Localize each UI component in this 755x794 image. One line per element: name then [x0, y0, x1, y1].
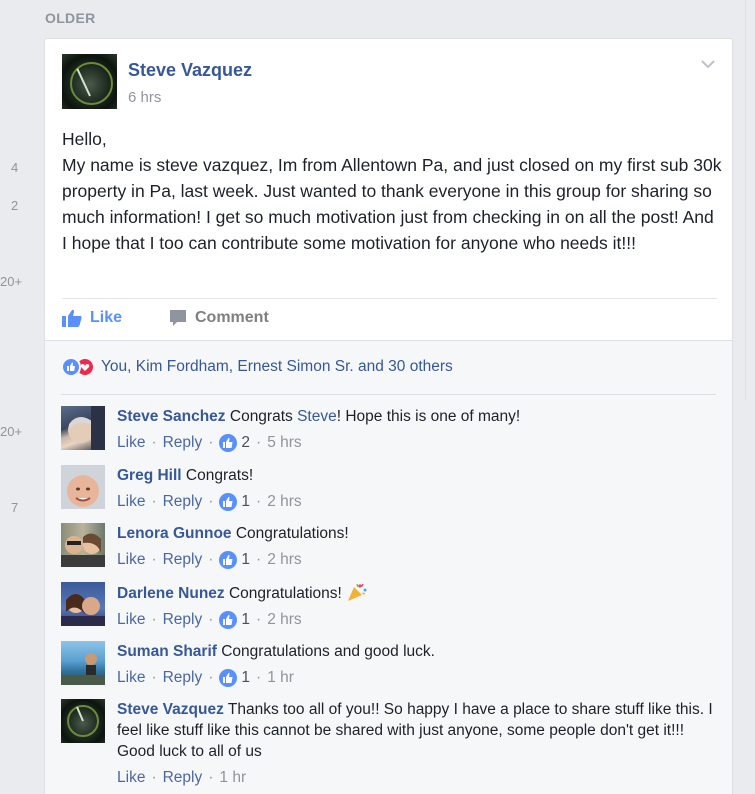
post-author-name[interactable]: Steve Vazquez: [128, 60, 252, 81]
commenter-name[interactable]: Lenora Gunnoe: [117, 525, 232, 542]
comment-like-link[interactable]: Like: [117, 432, 145, 453]
comment-timestamp[interactable]: 2 hrs: [267, 549, 301, 570]
left-count: 4: [11, 160, 19, 175]
reactions-summary[interactable]: You, Kim Fordham, Ernest Simon Sr. and 3…: [61, 357, 453, 377]
commenter-name[interactable]: Greg Hill: [117, 467, 182, 484]
party-popper-icon: [348, 583, 367, 601]
left-count: 20+: [0, 274, 23, 289]
comment-text: Congrats!: [185, 467, 254, 484]
commenter-name[interactable]: Darlene Nunez: [117, 585, 225, 602]
commenter-name[interactable]: Steve Vazquez: [117, 701, 224, 718]
comment-like-count[interactable]: 1: [241, 667, 250, 688]
comment-text: Congrats: [229, 408, 298, 425]
post-timestamp[interactable]: 6 hrs: [128, 89, 161, 106]
comment-reply-link[interactable]: Reply: [163, 491, 203, 512]
comment-like-link[interactable]: Like: [117, 767, 145, 788]
comment-like-count[interactable]: 1: [241, 609, 250, 630]
comment-text: ! Hope this is one of many!: [336, 408, 521, 425]
reactions-names[interactable]: You, Kim Fordham, Ernest Simon Sr. and 3…: [101, 358, 453, 376]
commenter-avatar[interactable]: [61, 406, 105, 450]
divider: [61, 394, 716, 395]
thumbs-up-icon: [219, 550, 238, 569]
post-text-line: My name is steve vazquez, Im from Allent…: [62, 155, 722, 253]
comment-timestamp[interactable]: 1 hr: [219, 767, 246, 788]
thumbs-up-icon: [219, 492, 238, 511]
comment-like-link[interactable]: Like: [117, 549, 145, 570]
post-footer: You, Kim Fordham, Ernest Simon Sr. and 3…: [45, 340, 732, 794]
chevron-down-icon[interactable]: [701, 57, 715, 71]
comment-text: Congratulations and good luck.: [221, 643, 435, 660]
comment-timestamp[interactable]: 2 hrs: [267, 491, 301, 512]
section-label-older: OLDER: [45, 10, 96, 26]
left-column-counts: 4 2 20+ 20+ 7: [0, 0, 30, 794]
comment-like-link[interactable]: Like: [117, 491, 145, 512]
comment-text: Congratulations!: [235, 525, 349, 542]
post-actions: Like Comment: [62, 299, 717, 339]
like-button[interactable]: Like: [62, 309, 122, 327]
comment-reply-link[interactable]: Reply: [163, 609, 203, 630]
right-column-edge: [745, 0, 755, 400]
comment-reply-link[interactable]: Reply: [163, 549, 203, 570]
commenter-name[interactable]: Steve Sanchez: [117, 408, 226, 425]
left-count: 20+: [0, 424, 23, 439]
left-count: 2: [11, 198, 19, 213]
comment-like-count[interactable]: 1: [241, 491, 250, 512]
commenter-avatar[interactable]: [61, 582, 105, 626]
comment-button[interactable]: Comment: [169, 309, 269, 327]
commenter-avatar[interactable]: [61, 465, 105, 509]
left-count: 7: [11, 500, 19, 515]
comment-timestamp[interactable]: 1 hr: [267, 667, 294, 688]
post-body: Hello, My name is steve vazquez, Im from…: [62, 126, 722, 256]
comment-reply-link[interactable]: Reply: [163, 767, 203, 788]
comment-mention[interactable]: Steve: [297, 408, 337, 425]
comment-timestamp[interactable]: 5 hrs: [267, 432, 301, 453]
comment-like-link[interactable]: Like: [117, 609, 145, 630]
thumbs-up-icon: [219, 610, 238, 629]
thumbs-up-icon: [219, 668, 238, 687]
comment-reply-link[interactable]: Reply: [163, 432, 203, 453]
commenter-name[interactable]: Suman Sharif: [117, 643, 217, 660]
commenter-avatar[interactable]: [61, 641, 105, 685]
author-avatar[interactable]: [62, 54, 117, 109]
comment-timestamp[interactable]: 2 hrs: [267, 609, 301, 630]
comment-like-count[interactable]: 1: [241, 549, 250, 570]
commenter-avatar[interactable]: [61, 523, 105, 567]
comment-like-count[interactable]: 2: [241, 432, 250, 453]
like-label: Like: [90, 309, 123, 326]
comment-reply-link[interactable]: Reply: [163, 667, 203, 688]
comment-label: Comment: [195, 309, 269, 326]
post-text-line: Hello,: [62, 129, 107, 149]
comment-like-link[interactable]: Like: [117, 667, 145, 688]
thumbs-up-icon: [219, 433, 238, 452]
comment-text: Congratulations!: [228, 585, 347, 602]
thumbs-up-icon: [62, 309, 82, 327]
like-reaction-icon: [61, 357, 81, 377]
comment-icon: [170, 310, 186, 326]
commenter-avatar[interactable]: [61, 699, 105, 743]
post-card: Steve Vazquez 6 hrs Hello, My name is st…: [44, 38, 733, 794]
